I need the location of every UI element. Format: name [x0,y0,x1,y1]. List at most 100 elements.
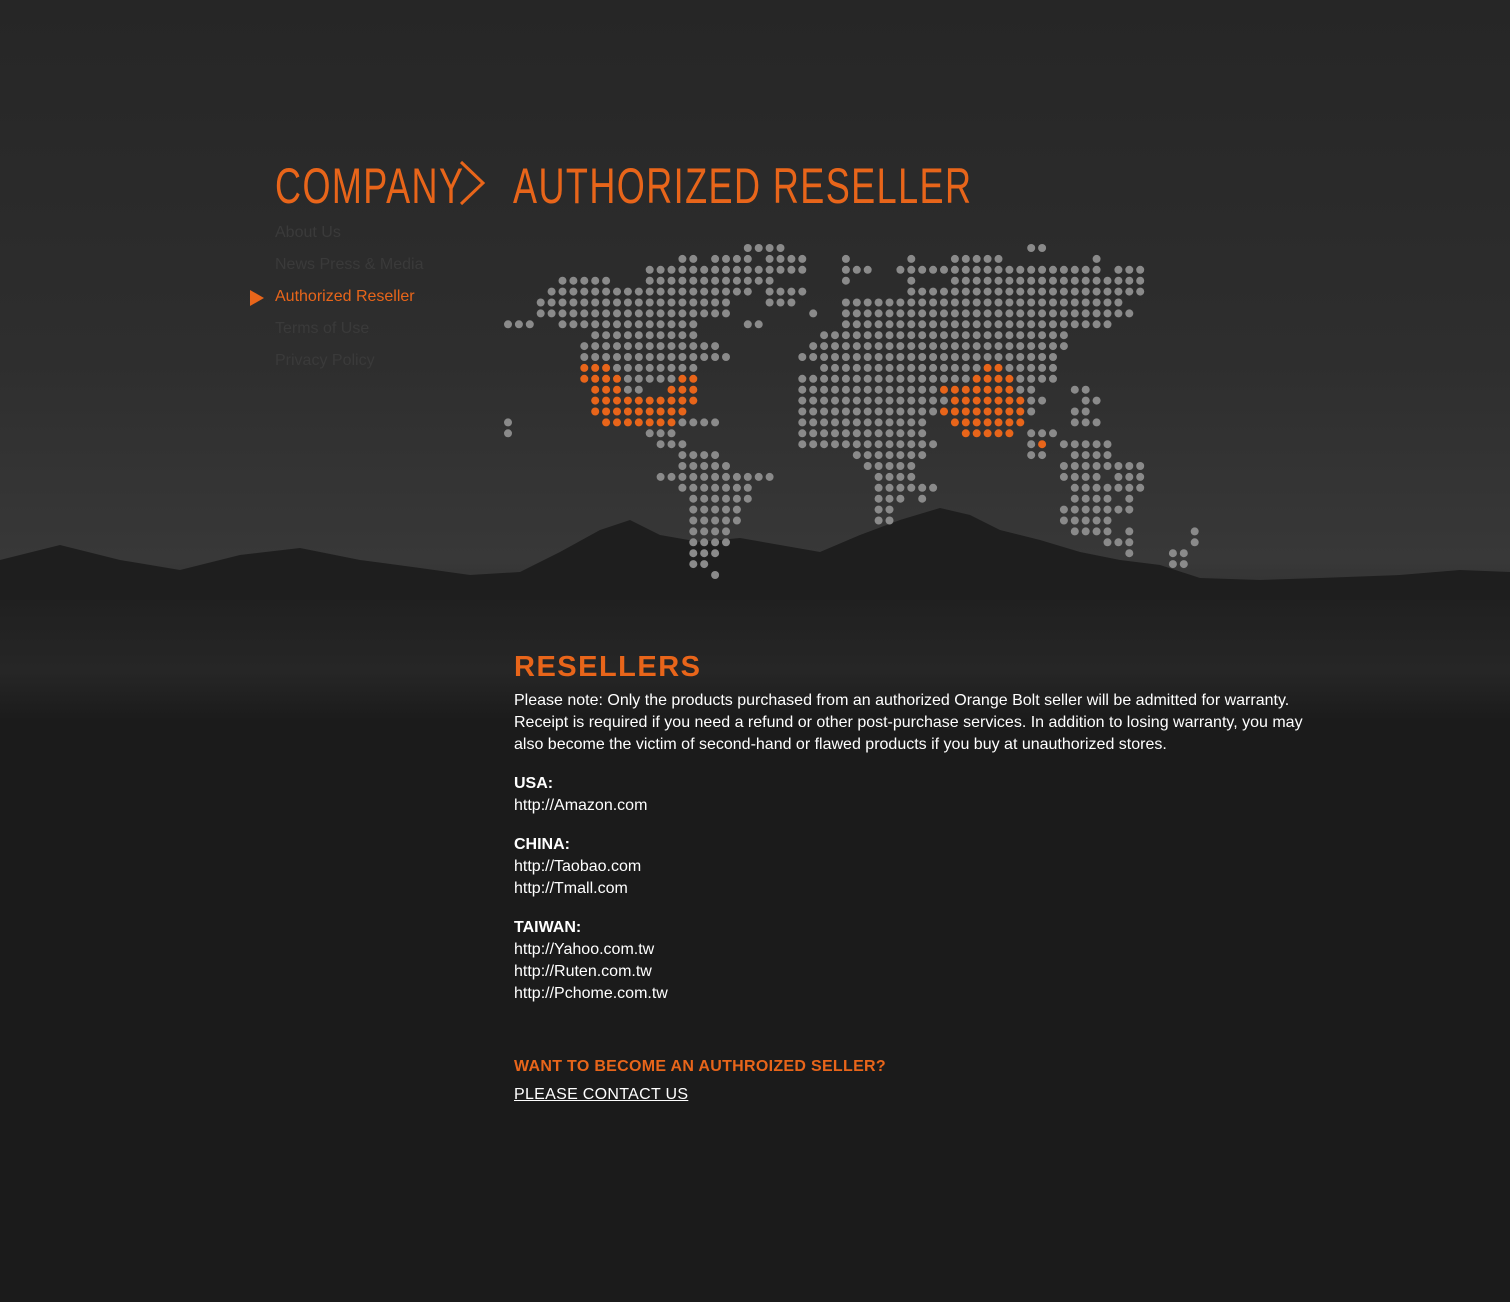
map-dot-highlight [961,418,970,427]
map-dot [885,516,894,525]
map-dot [1092,516,1101,525]
map-dot [820,374,829,383]
map-dot [885,342,894,351]
map-dot [602,276,611,285]
sidebar-item-authorized-reseller[interactable]: Authorized Reseller [250,286,424,318]
map-dot [972,320,981,329]
map-dot [689,342,698,351]
map-dot-highlight [591,385,600,394]
map-dot [667,320,676,329]
map-dot [623,374,632,383]
breadcrumb-company[interactable]: COMPANY [275,160,464,212]
sidebar-item-news-press-media[interactable]: News Press & Media [250,254,424,286]
map-dot-highlight [961,385,970,394]
map-dot [645,265,654,274]
map-dot [950,254,959,263]
map-dot [929,265,938,274]
map-dot [1103,462,1112,470]
map-dot [1027,265,1036,274]
map-dot [623,385,632,394]
sidebar-item-privacy-policy[interactable]: Privacy Policy [250,350,424,382]
map-dot [1016,363,1025,372]
map-dot [1059,276,1068,285]
map-dot [863,363,872,372]
map-dot [841,396,850,405]
map-dot-highlight [689,374,698,383]
map-dot [743,254,752,263]
map-dot [863,385,872,394]
map-dot [1081,462,1090,470]
map-dot [961,320,970,329]
map-dot-highlight [950,407,959,416]
map-dot [863,462,872,470]
map-dot-highlight [994,385,1003,394]
map-dot [1027,451,1036,460]
map-dot [656,298,665,307]
map-dot [678,483,687,492]
map-dot [558,309,567,318]
map-dot [602,287,611,296]
map-dot [700,265,709,274]
map-dot [754,320,763,329]
map-dot [863,374,872,383]
map-dot [776,298,785,307]
reseller-link[interactable]: http://Yahoo.com.tw [514,939,1314,961]
reseller-link[interactable]: http://Tmall.com [514,878,1314,900]
map-dot [831,407,839,416]
map-dot [1114,538,1123,547]
region-taiwan: TAIWAN: http://Yahoo.com.tw http://Ruten… [514,917,1314,1005]
map-dot [961,342,970,351]
map-dot [558,320,567,329]
map-dot [1092,527,1101,536]
map-dot [1081,309,1090,318]
map-dot [689,265,698,274]
map-dot [591,309,600,318]
reseller-link[interactable]: http://Pchome.com.tw [514,983,1314,1005]
map-dot [918,418,927,427]
map-dot [841,353,850,361]
map-dot [841,331,850,340]
map-dot [994,265,1003,274]
sidebar-item-terms-of-use[interactable]: Terms of Use [250,318,424,350]
map-dot [689,527,698,536]
map-dot [940,363,948,372]
map-dot [852,418,861,427]
map-dot [885,320,894,329]
map-dot [514,320,523,329]
reseller-link[interactable]: http://Amazon.com [514,795,1314,817]
map-dot-highlight [591,407,600,416]
map-dot [623,298,632,307]
map-dot [504,429,512,438]
map-dot [711,462,720,470]
map-dot [1081,527,1090,536]
map-dot [1081,385,1090,394]
map-dot [667,472,676,481]
map-dot [1049,374,1057,383]
map-dot [1070,418,1079,427]
map-dot [950,331,959,340]
map-dot [667,429,676,438]
map-dot [874,407,883,416]
map-dot [689,287,698,296]
map-dot [950,342,959,351]
map-dot [1190,527,1199,536]
reseller-link[interactable]: http://Ruten.com.tw [514,961,1314,983]
map-dot [983,353,992,361]
reseller-link[interactable]: http://Taobao.com [514,856,1314,878]
map-dot [580,298,589,307]
map-dot-highlight [613,396,621,405]
map-dot [678,265,687,274]
map-dot [983,298,992,307]
map-dot [874,440,883,449]
map-dot [667,440,676,449]
map-dot [961,331,970,340]
map-dot-highlight [972,374,981,383]
contact-us-link[interactable]: PLEASE CONTACT US [514,1084,688,1106]
map-dot [1049,331,1057,340]
sidebar-item-about-us[interactable]: About Us [250,222,424,254]
map-dot [798,287,807,296]
region-name: CHINA: [514,836,570,853]
map-dot [1103,494,1112,503]
map-dot [722,472,730,481]
map-dot [918,440,927,449]
